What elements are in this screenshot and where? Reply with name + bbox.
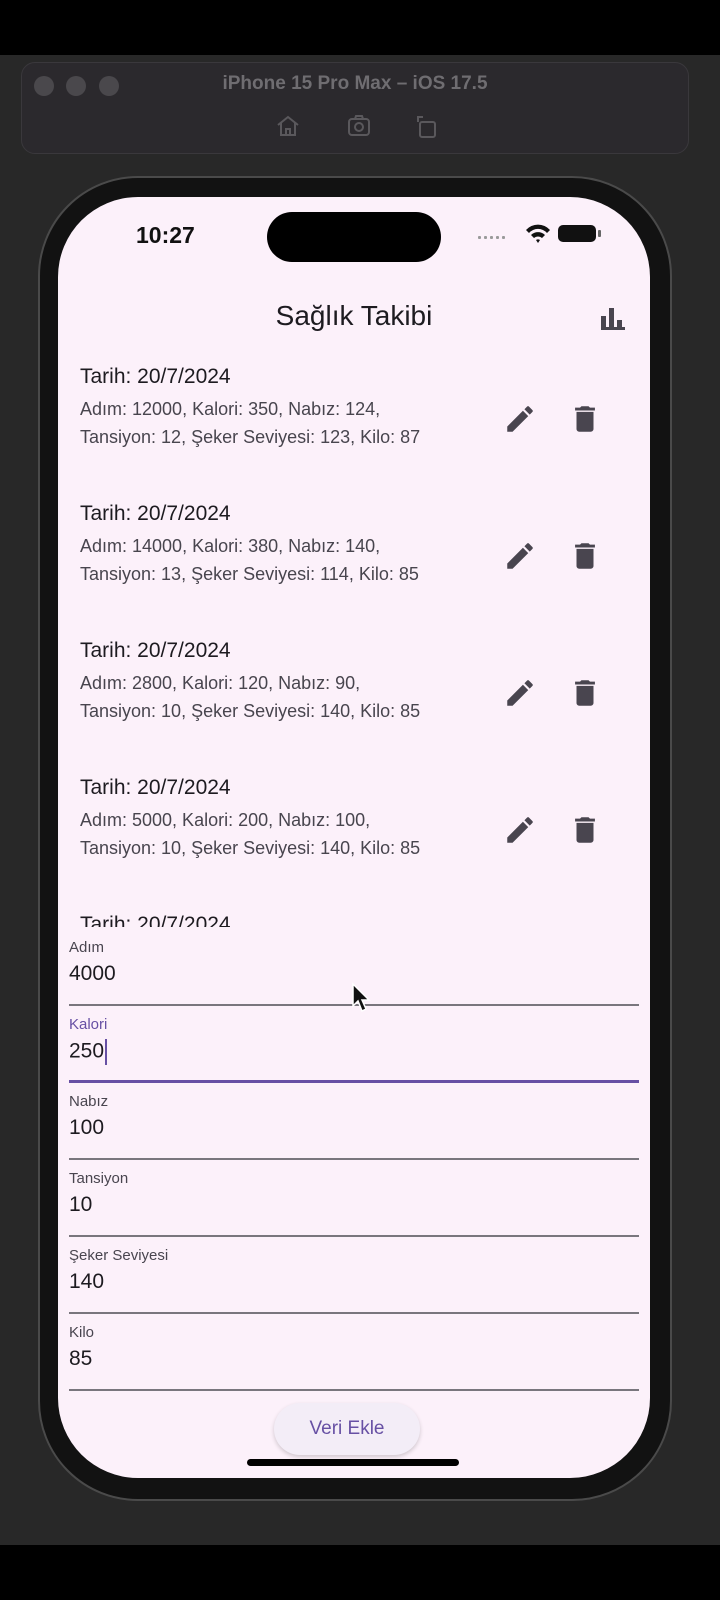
pulse-field[interactable]: Nabız 100: [69, 1084, 639, 1160]
entry-list[interactable]: Tarih: 20/7/2024 Adım: 12000, Kalori: 35…: [58, 352, 650, 927]
simulator-title: iPhone 15 Pro Max – iOS 17.5: [222, 73, 488, 94]
entry-details: Adım: 5000, Kalori: 200, Nabız: 100, Tan…: [80, 810, 421, 858]
entry-date: Tarih: 20/7/2024: [80, 639, 231, 662]
battery-icon: [558, 225, 601, 242]
calorie-label: Kalori: [69, 1016, 108, 1033]
calorie-input-wrap[interactable]: 250: [69, 1039, 108, 1065]
home-indicator[interactable]: [247, 1459, 459, 1466]
entry-details: Adım: 2800, Kalori: 120, Nabız: 90, Tans…: [80, 673, 421, 721]
blood-pressure-field[interactable]: Tansiyon 10: [69, 1161, 639, 1237]
status-time: 10:27: [136, 222, 195, 248]
pulse-input[interactable]: 100: [69, 1116, 104, 1140]
edit-icon[interactable]: [503, 402, 537, 436]
entry-details: Adım: 12000, Kalori: 350, Nabız: 124, Ta…: [80, 399, 421, 447]
list-item[interactable]: Tarih: 20/7/2024 Adım: 2800, Kalori: 120…: [58, 626, 650, 763]
entry-date: Tarih: 20/7/2024: [80, 776, 231, 799]
sugar-level-label: Şeker Seviyesi: [69, 1247, 169, 1264]
entry-date: Tarih: 20/7/2024: [80, 365, 231, 388]
entry-date: Tarih: 20/7/2024: [80, 913, 231, 927]
pulse-label: Nabız: [69, 1093, 109, 1110]
steps-input[interactable]: 4000: [69, 962, 116, 986]
edit-icon[interactable]: [503, 813, 537, 847]
delete-icon[interactable]: [568, 813, 602, 847]
edit-icon[interactable]: [503, 676, 537, 710]
status-icons: [478, 224, 601, 243]
list-item[interactable]: Tarih: 20/7/2024: [58, 900, 650, 927]
entry-details: Adım: 14000, Kalori: 380, Nabız: 140, Ta…: [80, 536, 419, 584]
blood-pressure-input[interactable]: 10: [69, 1193, 92, 1217]
list-item[interactable]: Tarih: 20/7/2024 Adım: 14000, Kalori: 38…: [58, 489, 650, 626]
weight-label: Kilo: [69, 1324, 95, 1341]
dynamic-island: [267, 212, 441, 262]
edit-icon[interactable]: [503, 539, 537, 573]
rotate-icon[interactable]: [414, 113, 440, 139]
weight-input[interactable]: 85: [69, 1347, 92, 1371]
blood-pressure-label: Tansiyon: [69, 1170, 129, 1187]
sugar-level-input[interactable]: 140: [69, 1270, 104, 1294]
wifi-icon: [526, 224, 550, 243]
screenshot-icon[interactable]: [346, 113, 372, 139]
list-item[interactable]: Tarih: 20/7/2024 Adım: 5000, Kalori: 200…: [58, 763, 650, 900]
sugar-level-field[interactable]: Şeker Seviyesi 140: [69, 1238, 639, 1314]
mouse-pointer-icon: [352, 982, 371, 1013]
app-title: Sağlık Takibi: [275, 300, 433, 331]
list-item[interactable]: Tarih: 20/7/2024 Adım: 12000, Kalori: 35…: [58, 352, 650, 489]
calorie-input[interactable]: 250: [69, 1040, 104, 1063]
simulator-toolbar: iPhone 15 Pro Max – iOS 17.5: [21, 62, 689, 154]
calorie-field[interactable]: Kalori 250: [69, 1007, 639, 1083]
bar-chart-icon[interactable]: [598, 303, 628, 333]
add-data-button[interactable]: Veri Ekle: [274, 1403, 420, 1455]
steps-label: Adım: [69, 939, 105, 956]
entry-date: Tarih: 20/7/2024: [80, 502, 231, 525]
delete-icon[interactable]: [568, 676, 602, 710]
home-icon[interactable]: [275, 113, 301, 139]
weight-field[interactable]: Kilo 85: [69, 1315, 639, 1391]
delete-icon[interactable]: [568, 539, 602, 573]
signal-icon: [478, 236, 505, 239]
text-caret: [105, 1039, 108, 1065]
app-screen: 10:27 Sağlık Takibi Tarih: 20/7/2024 Adı…: [58, 197, 650, 1478]
delete-icon[interactable]: [568, 402, 602, 436]
